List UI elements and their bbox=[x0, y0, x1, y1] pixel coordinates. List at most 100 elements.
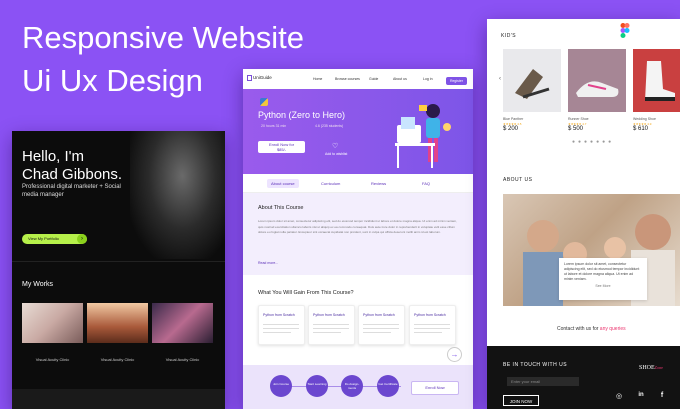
wishlist-label: Add to wishlist bbox=[325, 152, 348, 156]
steps-section: Join Course Start Learning Do Assign-men… bbox=[243, 365, 473, 409]
enroll-now-button[interactable]: Enroll Now bbox=[411, 381, 459, 395]
headline-line2: Ui Ux Design bbox=[22, 63, 203, 98]
card-title: Python from Scratch bbox=[414, 313, 446, 317]
python-icon bbox=[260, 98, 268, 106]
card-title: Python from Scratch bbox=[263, 313, 295, 317]
read-more-link[interactable]: Read more... bbox=[258, 261, 278, 265]
nav-login[interactable]: Log in bbox=[423, 77, 433, 81]
brand-name: SHOE bbox=[639, 365, 655, 371]
step-start: Start Learning bbox=[306, 375, 328, 397]
instagram-icon[interactable]: ◎ bbox=[614, 392, 624, 400]
product-name: Runner Shoe bbox=[568, 117, 589, 121]
course-mockup: UniGuide Home Browse courses Guide About… bbox=[243, 69, 473, 409]
portrait-photo bbox=[130, 131, 225, 259]
view-portfolio-button[interactable]: View My Portfolio › bbox=[22, 234, 87, 244]
work-caption: Visual Acuity Clinic bbox=[100, 357, 135, 362]
email-input[interactable]: Enter your email bbox=[507, 377, 579, 386]
chevron-left-icon[interactable]: ‹ bbox=[499, 76, 501, 82]
product-image[interactable] bbox=[568, 49, 626, 112]
book-icon bbox=[247, 75, 252, 81]
card-line bbox=[363, 332, 391, 333]
linkedin-icon[interactable]: in bbox=[636, 392, 646, 398]
product-price: $ 500 bbox=[568, 126, 584, 132]
step-join: Join Course bbox=[270, 375, 292, 397]
join-now-button[interactable]: JOIN NOW bbox=[503, 395, 539, 406]
course-rating: 4.6 (235 students) bbox=[315, 124, 344, 128]
brand-suffix: Zone bbox=[654, 365, 663, 370]
work-caption: Visual Acuity Clinic bbox=[35, 357, 70, 362]
card-line bbox=[313, 328, 349, 329]
brand-logo: SHOEZone bbox=[639, 365, 663, 371]
about-text: Lorem ipsum dolor sit amet, consectetur … bbox=[564, 262, 640, 281]
card-line bbox=[313, 324, 349, 325]
gain-card[interactable]: Python from Scratch bbox=[409, 305, 456, 345]
tab-reviews[interactable]: Reviews bbox=[367, 179, 390, 188]
logo[interactable]: UniGuide bbox=[253, 75, 272, 80]
boot-icon bbox=[645, 61, 675, 101]
sneaker-icon bbox=[576, 81, 619, 97]
portfolio-mockup: Hello, I'm Chad Gibbons. Professional di… bbox=[12, 131, 225, 409]
tab-about[interactable]: About course bbox=[267, 179, 299, 188]
course-duration: 20 hours 31 min bbox=[261, 124, 287, 128]
product-price: $ 200 bbox=[503, 126, 519, 132]
card-line bbox=[414, 332, 442, 333]
greeting-line2: Chad Gibbons. bbox=[22, 166, 123, 183]
view-portfolio-label: View My Portfolio bbox=[28, 236, 59, 241]
shoe-store-mockup: KID'S ‹ Blue Panther Runner Shoe Wedding… bbox=[487, 19, 680, 409]
product-name: Wedding Shoe bbox=[633, 117, 656, 121]
nav-about[interactable]: About us bbox=[393, 77, 407, 81]
touch-title: BE IN TOUCH WITH US bbox=[503, 362, 568, 368]
step-assignments: Do Assign-ments bbox=[341, 375, 363, 397]
product-price: $ 610 bbox=[633, 126, 649, 132]
card-line bbox=[363, 328, 399, 329]
about-body: Lorem ipsum dolor sit amet, consectetur … bbox=[258, 219, 457, 234]
nav-browse[interactable]: Browse courses bbox=[335, 77, 360, 81]
arrow-right-icon: › bbox=[77, 234, 87, 244]
card-line bbox=[263, 324, 299, 325]
course-title: Python (Zero to Hero) bbox=[258, 110, 346, 120]
gain-card[interactable]: Python from Scratch bbox=[308, 305, 355, 345]
work-thumb[interactable] bbox=[22, 303, 83, 343]
gain-card[interactable]: Python from Scratch bbox=[358, 305, 405, 345]
step-certificate: Get Certificate bbox=[377, 375, 399, 397]
tab-faq[interactable]: FAQ bbox=[418, 179, 434, 188]
facebook-icon[interactable]: f bbox=[657, 392, 667, 399]
course-hero: Python (Zero to Hero) 20 hours 31 min 4.… bbox=[243, 89, 473, 174]
enroll-button[interactable]: Enroll Now for $85/- bbox=[258, 141, 305, 153]
arrow-right-icon[interactable]: → bbox=[447, 347, 462, 362]
course-nav: UniGuide Home Browse courses Guide About… bbox=[243, 69, 473, 90]
shoe-footer: BE IN TOUCH WITH US Enter your email JOI… bbox=[487, 346, 680, 409]
kids-title: KID'S bbox=[501, 33, 517, 39]
tab-curriculum[interactable]: Curriculum bbox=[317, 179, 344, 188]
gain-card[interactable]: Python from Scratch bbox=[258, 305, 305, 345]
contact-accent[interactable]: any queries bbox=[600, 326, 626, 332]
role-text: Professional digital marketer + Social m… bbox=[22, 184, 121, 198]
work-thumb[interactable] bbox=[87, 303, 148, 343]
greeting-line1: Hello, I'm bbox=[22, 148, 85, 165]
nav-home[interactable]: Home bbox=[313, 77, 322, 81]
divider bbox=[12, 261, 225, 262]
product-image[interactable] bbox=[633, 49, 680, 112]
student-illustration-icon bbox=[395, 104, 451, 168]
work-thumb[interactable] bbox=[152, 303, 213, 343]
work-caption: Visual Acuity Clinic bbox=[165, 357, 200, 362]
card-title: Python from Scratch bbox=[363, 313, 395, 317]
bottom-section bbox=[12, 389, 225, 409]
product-image[interactable] bbox=[503, 49, 561, 112]
card-line bbox=[263, 332, 291, 333]
contact-line: Contact with us for any queries bbox=[557, 326, 626, 332]
card-line bbox=[414, 328, 450, 329]
course-tabs: About course Curriculum Reviews FAQ bbox=[243, 174, 473, 193]
card-line bbox=[414, 324, 450, 325]
card-line bbox=[363, 324, 399, 325]
nav-guide[interactable]: Guide bbox=[369, 77, 378, 81]
product-name: Blue Panther bbox=[503, 117, 524, 121]
card-title: Python from Scratch bbox=[313, 313, 345, 317]
heart-icon[interactable]: ♡ bbox=[332, 142, 338, 150]
sandal-icon bbox=[515, 69, 550, 99]
headline-line1: Responsive Website bbox=[22, 20, 305, 55]
carousel-dots[interactable]: ●●●●●●● bbox=[572, 139, 614, 145]
register-button[interactable]: Register bbox=[445, 77, 467, 85]
see-more-link[interactable]: See More bbox=[564, 284, 642, 289]
enroll-price: $85/- bbox=[276, 147, 287, 152]
